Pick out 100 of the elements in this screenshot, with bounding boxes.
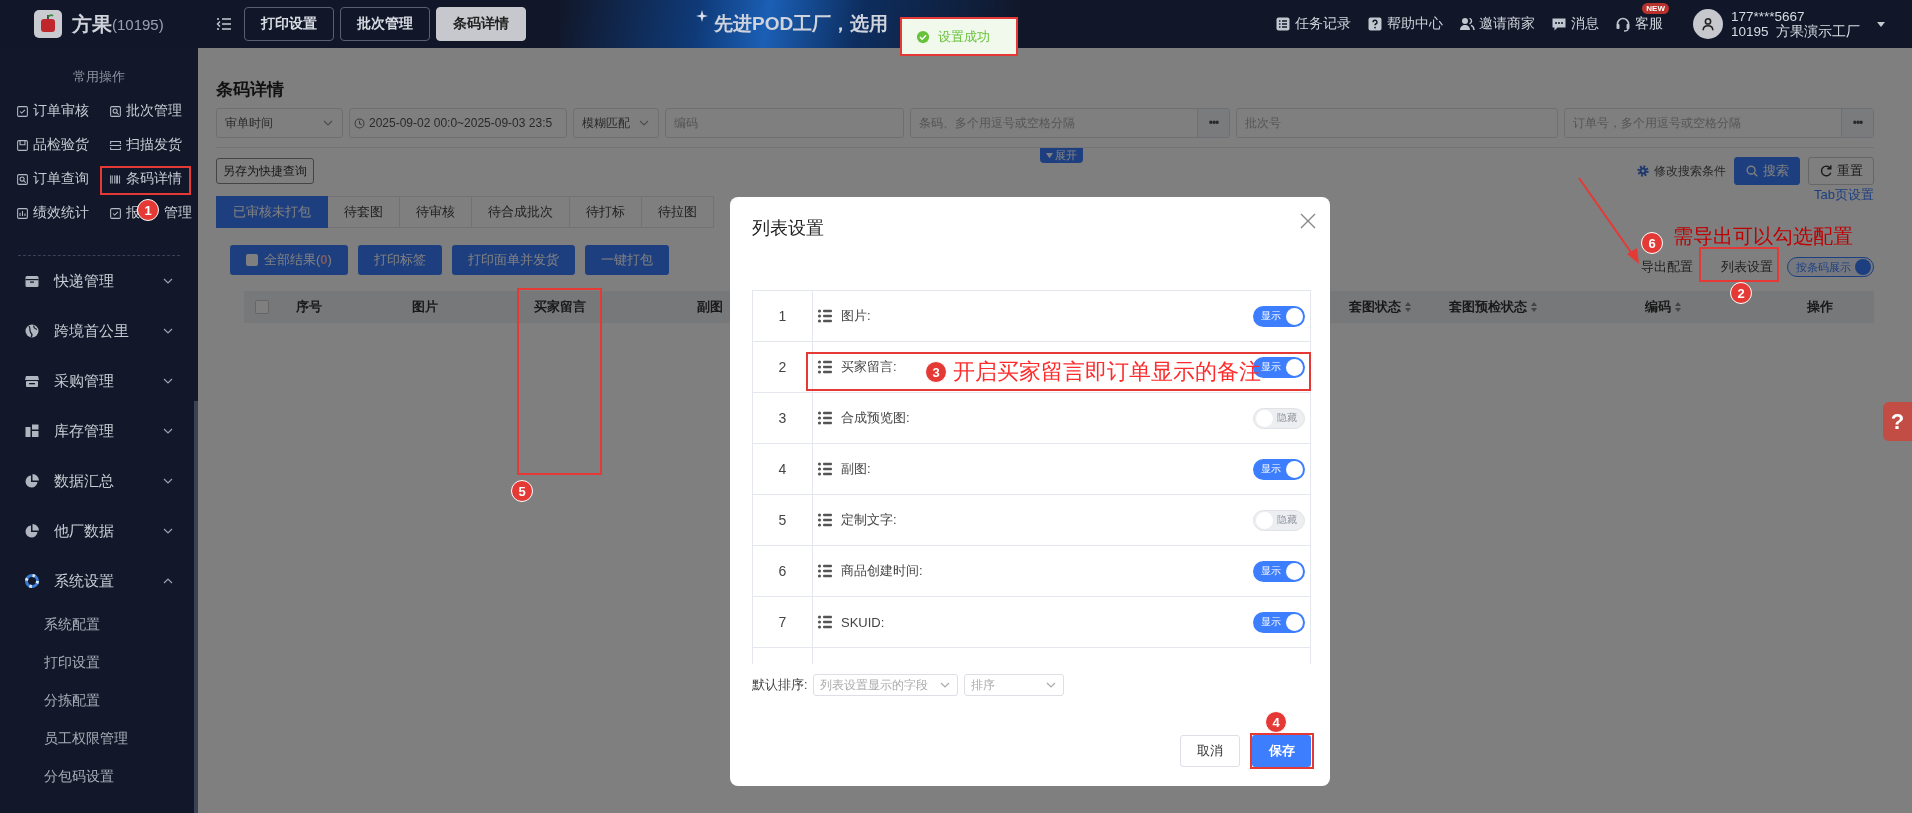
header-link[interactable]: 帮助中心: [1366, 15, 1443, 33]
action-button[interactable]: 打印面单并发货: [451, 245, 575, 275]
status-tab[interactable]: 待审核: [400, 196, 472, 228]
tab-settings-link[interactable]: Tab页设置: [1814, 186, 1874, 204]
menu-item[interactable]: 数据汇总: [0, 456, 198, 506]
all-results-button[interactable]: 全部结果(0): [230, 245, 348, 275]
header-link[interactable]: 任务记录: [1274, 15, 1351, 33]
select-all-checkbox[interactable]: [255, 300, 269, 314]
expand-tab[interactable]: 展开: [1040, 148, 1083, 163]
scrollbar[interactable]: [194, 401, 198, 813]
visibility-toggle[interactable]: 显示: [1253, 305, 1305, 327]
status-tab[interactable]: 待打标: [570, 196, 642, 228]
caret-icon[interactable]: [1876, 19, 1886, 29]
submenu-item[interactable]: 打印设置: [0, 644, 198, 682]
sort-order-select[interactable]: 排序: [964, 674, 1065, 697]
drag-handle-icon[interactable]: [817, 614, 833, 630]
drag-handle-icon[interactable]: [817, 308, 833, 324]
quick-action[interactable]: 管理: [164, 204, 192, 222]
more-button[interactable]: •••: [1841, 109, 1873, 137]
quick-action[interactable]: 品检验货: [16, 128, 109, 162]
save-query-button[interactable]: 另存为快捷查询: [216, 158, 314, 184]
list-settings-link[interactable]: 列表设置: [1721, 258, 1773, 276]
quick-action[interactable]: 订单查询: [16, 162, 109, 196]
column-header[interactable]: 套图预检状态: [1430, 298, 1556, 316]
nav-tab[interactable]: 条码详情: [436, 7, 526, 41]
quick-action[interactable]: 条码详情: [109, 162, 202, 196]
field-label: 买家留言:: [841, 358, 897, 376]
header-link[interactable]: 消息: [1550, 15, 1599, 33]
sparkle-icon: [696, 10, 708, 22]
header-link[interactable]: 邀请商家: [1458, 15, 1535, 33]
visibility-toggle[interactable]: 显示: [1253, 560, 1305, 582]
nav-tab[interactable]: 批次管理: [340, 7, 430, 41]
lifebuoy-icon: [24, 573, 40, 589]
triangle-icon: [1046, 152, 1053, 159]
submenu-item[interactable]: 员工权限管理: [0, 720, 198, 758]
check-circle-icon: [916, 29, 930, 44]
row-number: 1: [753, 291, 813, 341]
visibility-toggle[interactable]: 显示: [1253, 458, 1305, 480]
row-number: 7: [753, 597, 813, 647]
drag-handle-icon[interactable]: [817, 563, 833, 579]
more-button[interactable]: •••: [1197, 109, 1229, 137]
nav-tab[interactable]: 打印设置: [244, 7, 334, 41]
annotation-note: 需导出可以勾选配置: [1673, 226, 1853, 246]
submenu-item[interactable]: 分拣配置: [0, 682, 198, 720]
export-config-link[interactable]: 导出配置: [1641, 258, 1693, 276]
document-search-icon: [16, 172, 29, 186]
quick-action[interactable]: 绩效统计: [16, 196, 109, 230]
date-range-field[interactable]: 2025-09-02 00:0~2025-09-03 23:5: [349, 108, 567, 138]
quick-action[interactable]: 扫描发货: [109, 128, 202, 162]
menu-item[interactable]: 库存管理: [0, 406, 198, 456]
filter-select[interactable]: 审单时间: [216, 108, 343, 138]
search-button[interactable]: 搜索: [1734, 157, 1800, 185]
menu-item[interactable]: 跨境首公里: [0, 306, 198, 356]
reset-button[interactable]: 重置: [1808, 157, 1874, 185]
save-button[interactable]: 保存: [1252, 735, 1311, 767]
checkbox[interactable]: [246, 254, 258, 266]
drag-handle-icon[interactable]: [817, 461, 833, 477]
dialog-title: 列表设置: [752, 217, 824, 239]
visibility-toggle[interactable]: 隐藏: [1253, 509, 1305, 531]
menu-item[interactable]: 他厂数据: [0, 506, 198, 556]
menu-item[interactable]: 采购管理: [0, 356, 198, 406]
refresh-icon: [1819, 164, 1833, 178]
visibility-toggle[interactable]: 显示: [1253, 611, 1305, 633]
sort-icon: [1673, 301, 1682, 313]
drag-handle-icon[interactable]: [817, 359, 833, 375]
visibility-toggle[interactable]: 隐藏: [1253, 407, 1305, 429]
row-number: 4: [753, 444, 813, 494]
cancel-button[interactable]: 取消: [1180, 735, 1240, 767]
headset-icon: [1614, 16, 1631, 32]
status-tab[interactable]: 待拉图: [642, 196, 714, 228]
avatar[interactable]: [1692, 9, 1723, 39]
sort-icon: [1529, 301, 1538, 313]
edit-conditions-link[interactable]: 修改搜索条件: [1636, 162, 1726, 180]
user-phone: 177****5667: [1730, 9, 1806, 24]
submenu-item[interactable]: 系统配置: [0, 606, 198, 644]
banner-text: 先进POD工厂，选用: [714, 12, 889, 36]
status-tab[interactable]: 已审核未打包: [216, 196, 328, 228]
status-tab[interactable]: 待合成批次: [472, 196, 570, 228]
menu-icon[interactable]: [216, 16, 232, 32]
submenu-item[interactable]: 分包码设置: [0, 758, 198, 796]
drag-handle-icon[interactable]: [817, 512, 833, 528]
scanner-icon: [109, 138, 122, 152]
blocks-icon: [24, 423, 40, 439]
action-button[interactable]: 打印标签: [357, 245, 442, 275]
package-icon: [24, 273, 40, 289]
status-tab[interactable]: 待套图: [328, 196, 400, 228]
barcode-view-switch[interactable]: 按条码展示: [1787, 257, 1874, 277]
close-icon[interactable]: [1300, 213, 1316, 229]
checklist-icon: [1274, 16, 1291, 32]
sort-field-select[interactable]: 列表设置显示的字段: [813, 674, 959, 697]
gear-icon: [1636, 164, 1650, 178]
column-header[interactable]: 套图状态: [1330, 298, 1430, 316]
menu-item[interactable]: 快递管理: [0, 256, 198, 306]
drag-handle-icon[interactable]: [817, 410, 833, 426]
globe-icon: [24, 323, 40, 339]
filter-select[interactable]: 模糊匹配: [573, 108, 659, 138]
menu-item[interactable]: 系统设置: [0, 556, 198, 606]
quick-action[interactable]: 批次管理: [109, 94, 202, 128]
quick-action[interactable]: 订单审核: [16, 94, 109, 128]
help-tab[interactable]: ?: [1883, 402, 1912, 441]
